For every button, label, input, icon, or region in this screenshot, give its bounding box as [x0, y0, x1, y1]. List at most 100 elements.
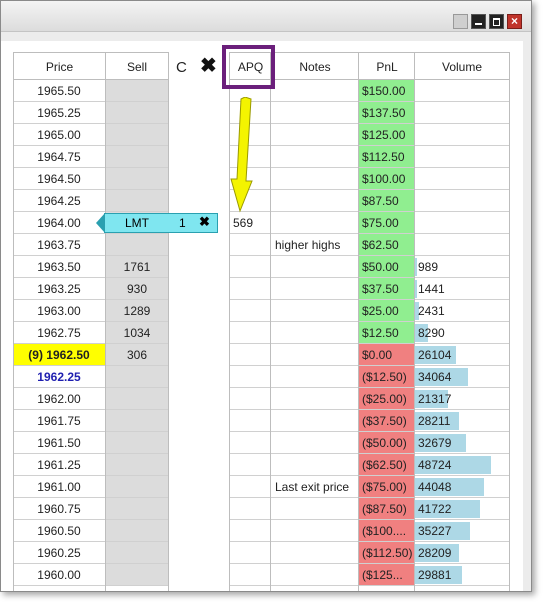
notes-cell[interactable]	[271, 454, 358, 476]
sell-cell[interactable]: 306	[106, 344, 168, 366]
pnl-cell: ($112.50)	[359, 542, 414, 564]
apq-cell	[230, 476, 270, 498]
price-cell[interactable]: 1965.50	[13, 80, 105, 102]
notes-cell[interactable]	[271, 344, 358, 366]
notes-cell[interactable]: Last exit price	[271, 476, 358, 498]
notes-cell[interactable]	[271, 168, 358, 190]
notes-cell[interactable]	[271, 190, 358, 212]
notes-cell[interactable]	[271, 212, 358, 234]
price-cell[interactable]: 1964.25	[13, 190, 105, 212]
sell-cell[interactable]	[106, 432, 168, 454]
dom-ladder-window: × Price Sell C ✖ APQ Notes PnL Volume 19…	[0, 0, 532, 592]
notes-cell[interactable]	[271, 146, 358, 168]
price-cell[interactable]: 1963.75	[13, 234, 105, 256]
volume-value: 21317	[418, 392, 452, 406]
sell-cell[interactable]	[106, 410, 168, 432]
notes-cell[interactable]	[271, 520, 358, 542]
notes-cell[interactable]	[271, 256, 358, 278]
notes-cell[interactable]	[271, 124, 358, 146]
ladder-row: 1961.25 ($62.50) 48724	[1, 454, 523, 476]
sell-cell[interactable]: 930	[106, 278, 168, 300]
price-cell[interactable]: 1963.00	[13, 300, 105, 322]
price-cell[interactable]: 1960.75	[13, 498, 105, 520]
volume-value: 2431	[418, 304, 445, 318]
sell-cell[interactable]	[106, 454, 168, 476]
close-button[interactable]: ×	[507, 14, 522, 29]
notes-cell[interactable]	[271, 102, 358, 124]
column-header-sell[interactable]: Sell	[106, 52, 168, 80]
sell-cell[interactable]	[106, 520, 168, 542]
sell-cell[interactable]	[106, 80, 168, 102]
sell-cell[interactable]	[106, 498, 168, 520]
price-cell[interactable]: (9) 1962.50	[13, 344, 105, 366]
ladder-row: 1961.00 Last exit price ($75.00) 44048	[1, 476, 523, 498]
column-header-price[interactable]: Price	[13, 52, 106, 80]
title-bar[interactable]: ×	[1, 1, 531, 32]
ladder-row: 1964.50 $100.00	[1, 168, 523, 190]
sell-cell[interactable]: 1289	[106, 300, 168, 322]
price-cell[interactable]: 1960.50	[13, 520, 105, 542]
cancel-order-icon[interactable]: ✖	[199, 213, 210, 231]
sell-cell[interactable]	[106, 366, 168, 388]
cancel-all-icon[interactable]: ✖	[200, 56, 217, 76]
sell-cell[interactable]: 1034	[106, 322, 168, 344]
price-cell[interactable]: 1964.75	[13, 146, 105, 168]
sell-cell[interactable]	[106, 542, 168, 564]
volume-cell: 989	[415, 256, 509, 278]
notes-cell[interactable]: higher highs	[271, 234, 358, 256]
column-header-volume[interactable]: Volume	[415, 52, 509, 80]
working-order-tag[interactable]: LMT 1 ✖	[96, 213, 218, 233]
sell-cell[interactable]	[106, 234, 168, 256]
price-cell[interactable]: 1961.50	[13, 432, 105, 454]
sell-cell[interactable]	[106, 190, 168, 212]
sell-cell[interactable]	[106, 146, 168, 168]
notes-cell[interactable]	[271, 300, 358, 322]
price-cell[interactable]: 1962.25	[13, 366, 105, 388]
price-cell[interactable]: 1961.25	[13, 454, 105, 476]
notes-cell[interactable]	[271, 410, 358, 432]
price-cell[interactable]: 1961.75	[13, 410, 105, 432]
notes-cell[interactable]	[271, 564, 358, 586]
notes-cell[interactable]	[271, 366, 358, 388]
pnl-cell: $62.50	[359, 234, 414, 256]
pnl-cell: $37.50	[359, 278, 414, 300]
notes-cell[interactable]	[271, 322, 358, 344]
notes-cell[interactable]	[271, 388, 358, 410]
price-cell[interactable]: 1960.00	[13, 564, 105, 586]
volume-value: 29881	[418, 568, 452, 582]
volume-bar	[415, 280, 417, 298]
sell-cell[interactable]	[106, 476, 168, 498]
sell-cell[interactable]	[106, 102, 168, 124]
price-cell[interactable]: 1961.00	[13, 476, 105, 498]
notes-cell[interactable]	[271, 432, 358, 454]
volume-cell: 8290	[415, 322, 509, 344]
minimize-button[interactable]	[471, 14, 486, 29]
column-header-c[interactable]: C	[176, 59, 187, 76]
maximize-button[interactable]	[489, 14, 504, 29]
grid-divider	[358, 52, 359, 591]
notes-cell[interactable]	[271, 80, 358, 102]
sell-cell[interactable]	[106, 388, 168, 410]
pnl-cell: ($37.50)	[359, 410, 414, 432]
notes-cell[interactable]	[271, 498, 358, 520]
price-cell[interactable]: 1965.00	[13, 124, 105, 146]
column-header-pnl[interactable]: PnL	[359, 52, 415, 80]
price-cell[interactable]: 1964.50	[13, 168, 105, 190]
sell-cell[interactable]	[106, 124, 168, 146]
price-cell[interactable]: 1962.00	[13, 388, 105, 410]
column-header-notes[interactable]: Notes	[271, 52, 359, 80]
sell-cell[interactable]	[106, 564, 168, 586]
price-cell[interactable]: 1963.25	[13, 278, 105, 300]
price-cell[interactable]: 1965.25	[13, 102, 105, 124]
price-cell[interactable]: 1964.00	[13, 212, 105, 234]
sell-cell[interactable]: 1761	[106, 256, 168, 278]
price-cell[interactable]: 1960.25	[13, 542, 105, 564]
notes-cell[interactable]	[271, 542, 358, 564]
order-body[interactable]: LMT 1 ✖	[104, 213, 218, 233]
notes-cell[interactable]	[271, 278, 358, 300]
price-cell[interactable]: 1963.50	[13, 256, 105, 278]
window-menu-button[interactable]	[453, 14, 468, 29]
apq-cell	[230, 322, 270, 344]
price-cell[interactable]: 1962.75	[13, 322, 105, 344]
sell-cell[interactable]	[106, 168, 168, 190]
